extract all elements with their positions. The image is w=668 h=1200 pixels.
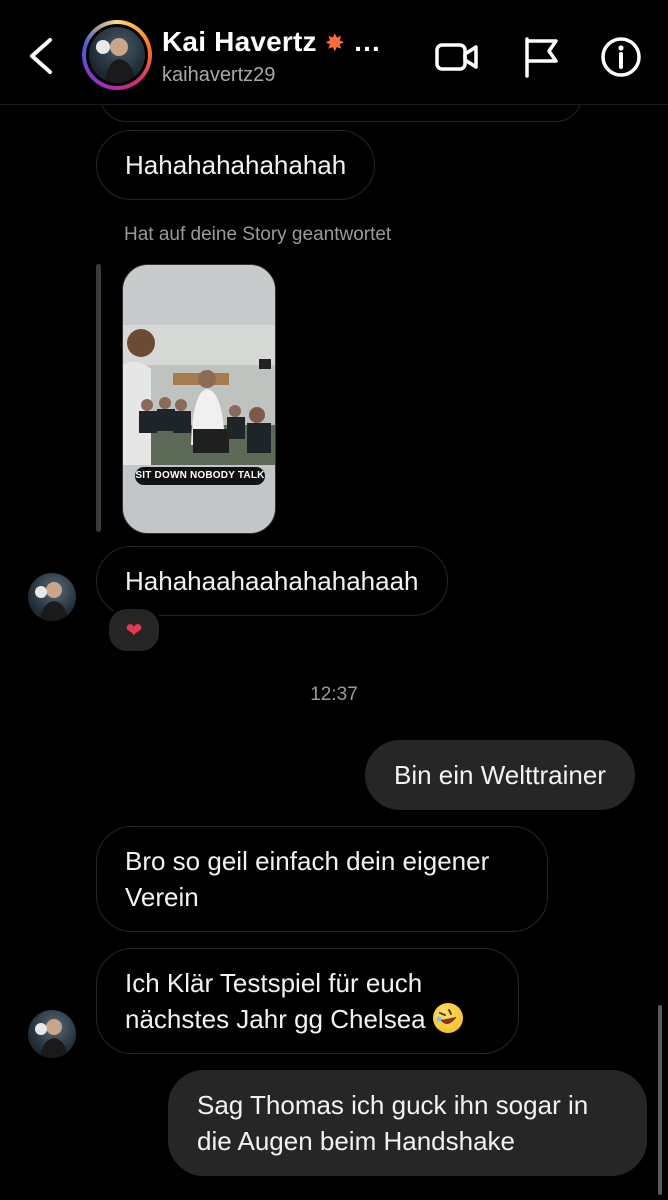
story-image [123, 265, 275, 533]
flag-icon[interactable] [518, 34, 564, 80]
message-text: Bin ein Welttrainer [394, 760, 606, 790]
name-ellipsis: … [353, 26, 382, 57]
message-text: Hahahahahahahah [125, 150, 347, 180]
rolling-on-floor-laughing-emoji-icon [432, 1003, 463, 1033]
story-caption: SIT DOWN NOBODY TALK [135, 467, 265, 485]
story-reply-bar [96, 264, 101, 532]
timestamp: 12:37 [310, 684, 358, 705]
contact-handle[interactable]: kaihavertz29 [162, 64, 275, 87]
video-call-icon[interactable] [434, 34, 480, 80]
message-text-line: Verein [125, 882, 199, 912]
message-text-line: Bro so geil einfach dein eigener [125, 846, 490, 876]
message-text: Hahahaahaahahahahaah [125, 566, 419, 596]
message-text-line: nächstes Jahr gg Chelsea [125, 1004, 426, 1034]
message-bubble-received[interactable]: Hahahaahaahahahahaah [96, 546, 448, 616]
chat-header: Kai Havertz ✸ … kaihavertz29 [0, 0, 668, 105]
message-bubble-received[interactable]: Bro so geil einfach dein eigener Verein [96, 826, 548, 932]
message-bubble-sent[interactable]: Bin ein Welttrainer [365, 740, 635, 810]
info-icon[interactable] [598, 34, 644, 80]
scrollbar[interactable] [658, 1005, 662, 1195]
back-chevron-icon[interactable] [22, 34, 62, 78]
message-bubble-received[interactable]: Hahahahahahahah [96, 130, 376, 200]
collision-emoji-icon: ✸ [324, 30, 346, 57]
message-text-line: die Augen beim Handshake [197, 1126, 516, 1156]
story-preview[interactable]: SIT DOWN NOBODY TALK [122, 264, 276, 534]
sender-avatar[interactable] [28, 573, 76, 621]
heart-reaction-icon[interactable]: ❤ [106, 606, 162, 654]
contact-name[interactable]: Kai Havertz ✸ … [162, 26, 381, 58]
story-reply-label: Hat auf deine Story geantwortet [124, 224, 392, 245]
profile-photo [89, 27, 145, 83]
message-bubble-sent[interactable]: Sag Thomas ich guck ihn sogar in die Aug… [168, 1070, 647, 1176]
message-text-line: Sag Thomas ich guck ihn sogar in [197, 1090, 589, 1120]
message-bubble-received[interactable]: Ich Klär Testspiel für euch nächstes Jah… [96, 948, 519, 1054]
contact-avatar[interactable] [82, 20, 152, 90]
message-text-line: Ich Klär Testspiel für euch [125, 968, 423, 998]
sender-avatar[interactable] [28, 1010, 76, 1058]
